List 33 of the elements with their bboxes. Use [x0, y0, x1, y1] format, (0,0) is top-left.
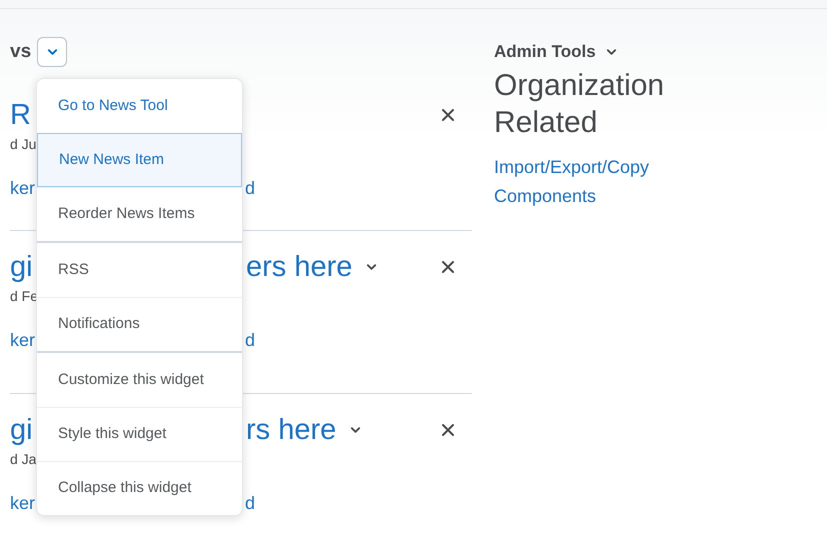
close-icon[interactable] — [441, 423, 455, 437]
chevron-down-icon — [366, 263, 378, 271]
menu-item[interactable]: Collapse this widget — [37, 461, 242, 515]
news-link[interactable]: d — [245, 490, 256, 517]
widget-title: vs — [10, 40, 32, 64]
close-icon[interactable] — [441, 108, 455, 122]
news-title[interactable]: gi — [10, 249, 33, 285]
chevron-down-icon — [46, 48, 58, 56]
news-link[interactable]: ker — [10, 178, 36, 198]
widget-menu-button[interactable] — [37, 37, 68, 67]
section-heading: Organization Related — [494, 68, 666, 140]
chevron-down-icon — [350, 426, 362, 434]
news-title[interactable]: gi — [10, 412, 33, 448]
menu-item[interactable]: Customize this widget — [37, 353, 242, 407]
admin-link[interactable]: Import/Export/Copy Components — [494, 152, 694, 210]
posted-date: d Ju — [10, 135, 38, 153]
news-link[interactable]: d — [245, 175, 256, 202]
menu-item[interactable]: Go to News Tool — [37, 79, 242, 133]
news-link[interactable]: ker — [10, 493, 36, 513]
menu-item[interactable]: New News Item — [37, 133, 242, 187]
menu-item[interactable]: Reorder News Items — [37, 187, 242, 241]
chevron-down-icon — [606, 48, 617, 56]
news-link[interactable]: ker — [10, 330, 36, 350]
close-icon[interactable] — [441, 260, 455, 274]
news-title[interactable]: ers here — [246, 249, 352, 285]
news-title[interactable]: R — [10, 97, 31, 133]
menu-item[interactable]: Style this widget — [37, 407, 242, 461]
menu-item[interactable]: RSS — [37, 243, 242, 297]
menu-item[interactable]: Notifications — [37, 297, 242, 351]
news-link[interactable]: d — [245, 327, 256, 354]
news-title[interactable]: rs here — [246, 412, 336, 448]
admin-tools-title: Admin Tools — [494, 41, 596, 63]
posted-date: d Ja — [10, 450, 38, 468]
